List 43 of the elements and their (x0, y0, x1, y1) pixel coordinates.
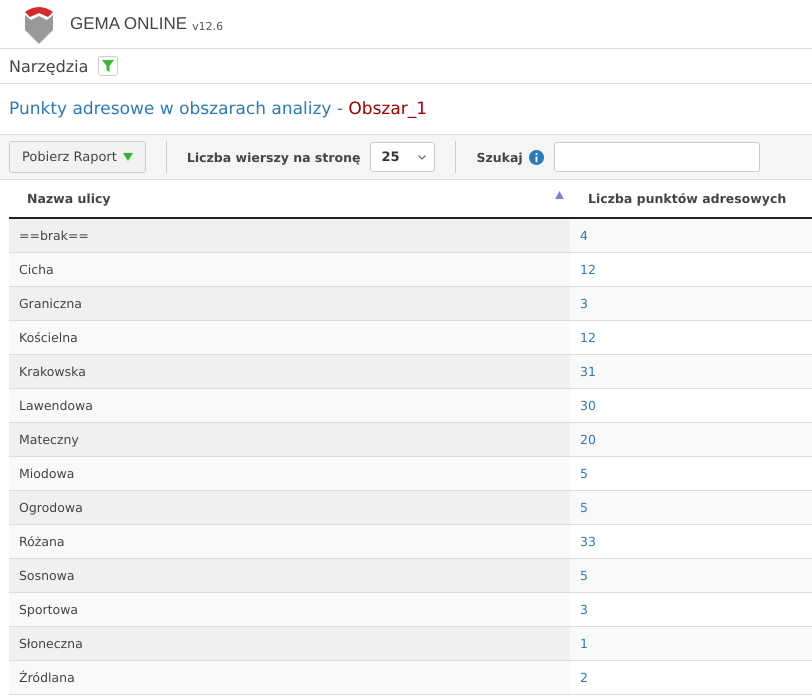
rows-per-page-label: Liczba wierszy na stronę (186, 150, 360, 164)
street-cell: Sportowa (9, 592, 570, 626)
count-link[interactable]: 31 (580, 364, 596, 379)
chevron-icon (418, 154, 426, 160)
street-cell: Sosnowa (9, 558, 570, 592)
count-link[interactable]: 33 (580, 534, 596, 549)
rows-per-page-select[interactable]: 25 (370, 142, 436, 172)
street-cell: Ogrodowa (9, 490, 570, 524)
street-cell: Krakowska (9, 354, 570, 388)
filter-icon (102, 60, 114, 72)
street-cell: Różana (9, 524, 570, 558)
count-link[interactable]: 3 (580, 296, 588, 311)
street-cell: Cicha (9, 252, 570, 286)
count-link[interactable]: 4 (580, 228, 588, 243)
logo-icon (22, 4, 56, 44)
app-version: v12.6 (192, 20, 224, 32)
count-link[interactable]: 2 (580, 670, 588, 685)
street-cell: Graniczna (9, 286, 570, 320)
street-cell: Słoneczna (9, 626, 570, 660)
count-link[interactable]: 12 (580, 330, 596, 345)
caret-icon (122, 153, 133, 161)
street-cell: Kościelna (9, 320, 570, 354)
count-link[interactable]: 1 (580, 636, 588, 651)
toolbar-label: Narzędzia (9, 56, 88, 76)
count-link[interactable]: 5 (580, 568, 588, 583)
count-link[interactable]: 20 (580, 432, 596, 447)
search-field[interactable] (554, 142, 760, 172)
street-cell: Źródlana (9, 660, 570, 694)
street-cell: Miodowa (9, 456, 570, 490)
info-icon[interactable] (528, 150, 544, 164)
filter-button[interactable] (98, 56, 118, 76)
search-label: Szukaj (476, 150, 523, 164)
street-cell: Lawendowa (9, 388, 570, 422)
count-link[interactable]: 5 (580, 466, 588, 481)
count-link[interactable]: 5 (580, 500, 588, 515)
app-name: GEMA ONLINE (70, 14, 188, 34)
count-link[interactable]: 12 (580, 262, 596, 277)
street-cell: ==brak== (9, 218, 570, 252)
download-report-button[interactable]: Pobierz Raport (9, 141, 146, 173)
street-cell: Mateczny (9, 422, 570, 456)
count-link[interactable]: 3 (580, 602, 588, 617)
sort-ascending-icon (555, 191, 564, 199)
count-link[interactable]: 30 (580, 398, 596, 413)
